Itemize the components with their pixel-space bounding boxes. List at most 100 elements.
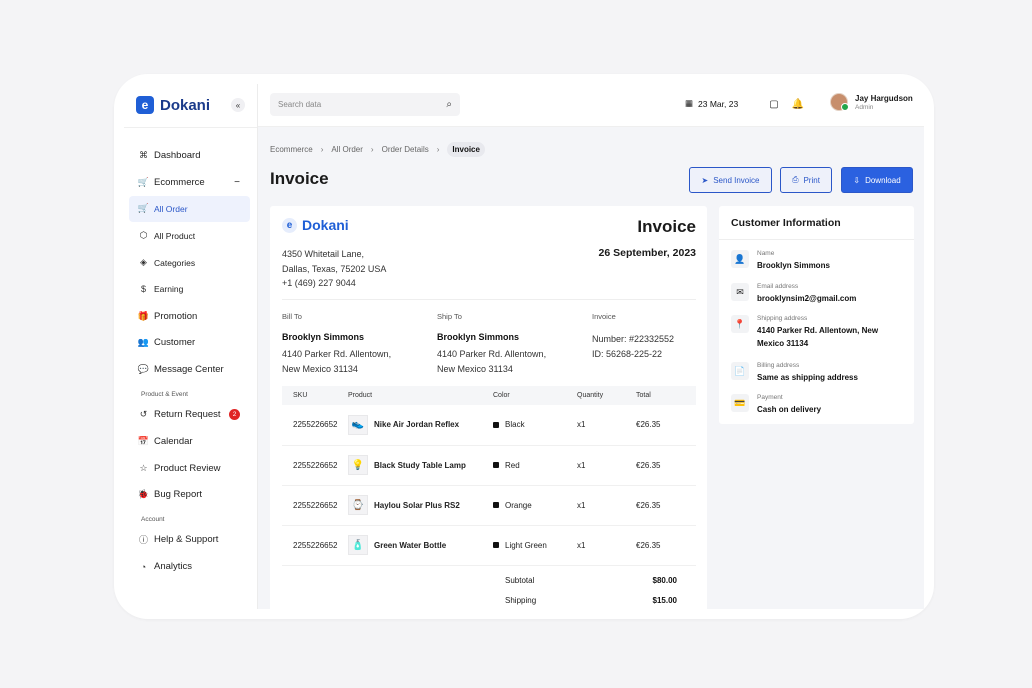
company-phone: +1 (469) 227 9044 [282,278,356,288]
product-thumbnail-icon: 👟 [348,414,368,435]
table-row[interactable]: 2255226652 🧴 Green Water Bottle Light Gre… [282,525,696,566]
download-button[interactable]: ⇩ Download [841,167,913,193]
users-icon: 👥 [137,337,150,348]
address-line: 4350 Whitetail Lane, [282,249,365,259]
page-title: Invoice [270,169,329,188]
pie-chart-icon: ◔ [140,561,147,572]
location-pin-icon: 📍 [731,315,749,333]
section-label-account: Account [141,516,165,524]
sidebar-item-calendar[interactable]: 📅 Calendar [129,428,250,455]
bill-to: Bill To Brooklyn Simmons 4140 Parker Rd.… [282,312,391,377]
ship-to-label: Ship To [437,312,462,321]
breadcrumb-ecommerce[interactable]: Ecommerce [270,145,313,154]
shipping-row: Shipping $15.00 [505,596,677,605]
brand[interactable]: e Dokani [136,96,210,114]
ship-to-name: Brooklyn Simmons [437,332,520,342]
chevron-right-icon: › [370,145,374,154]
divider [719,239,914,240]
row-product: 👟 Nike Air Jordan Reflex [348,405,493,446]
product-thumbnail-icon: ⌚ [348,495,368,515]
dashboard-icon: ⌘ [139,149,148,160]
sidebar-item-ecommerce[interactable]: 🛒 Ecommerce − [129,169,250,196]
invoice-title: Invoice [637,217,696,236]
sidebar-item-customer[interactable]: 👥 Customer [129,330,250,357]
breadcrumb-invoice: Invoice [447,142,485,157]
date-display[interactable]: ▦ 23 Mar, 23 [685,98,738,109]
user-menu[interactable]: Jay Hargudson Admin [830,93,913,111]
row-product: ⌚ Haylou Solar Plus RS2 [348,485,493,526]
send-invoice-label: Send Invoice [713,175,760,185]
row-sku: 2255226652 [282,445,348,486]
row-sku: 2255226652 [282,405,348,446]
sidebar-item-label: All Order [154,203,188,214]
table-row[interactable]: 2255226652 👟 Nike Air Jordan Reflex Black… [282,405,696,446]
search-box[interactable]: ⌕ [270,93,460,116]
message-icon[interactable]: ▢ [768,98,780,110]
date-text: 23 Mar, 23 [698,98,739,109]
bill-to-address-line: New Mexico 31134 [282,364,358,374]
sidebar-item-promotion[interactable]: 🎁 Promotion [129,303,250,330]
invoice-number: Number: #22332552 [592,334,675,344]
divider [282,299,696,300]
invoice-card: e Dokani Invoice 26 September, 2023 4350… [270,206,707,609]
user-name: Jay Hargudson [855,93,913,103]
print-label: Print [803,175,820,185]
sidebar-item-categories[interactable]: ◈ Categories [129,249,250,276]
sidebar-item-all-order[interactable]: 🛒 All Order [129,195,250,223]
breadcrumb-order-details[interactable]: Order Details [382,145,429,154]
cart-icon: 🛒 [137,203,150,214]
topbar: ⌕ ▦ 23 Mar, 23 ▢ 🔔 Jay Hargudson Admin [258,84,924,127]
color-swatch [493,422,499,429]
search-input[interactable] [278,100,447,109]
sidebar-item-dashboard[interactable]: ⌘ Dashboard [129,142,250,169]
print-button[interactable]: ⎙ Print [780,167,832,193]
sidebar-item-message-center[interactable]: 💬 Message Center [129,356,250,383]
color-swatch [493,462,499,469]
row-quantity: x1 [577,445,636,486]
collapse-minus-icon[interactable]: − [234,177,240,188]
product-name: Green Water Bottle [374,540,447,550]
table-row[interactable]: 2255226652 💡 Black Study Table Lamp Red x… [282,445,696,486]
sidebar-item-all-product[interactable]: ⬡ All Product [129,222,250,249]
row-product: 🧴 Green Water Bottle [348,525,493,566]
sidebar-item-label: Product Review [154,462,221,474]
message-icon: 💬 [137,364,150,375]
row-total: €26.35 [636,525,696,566]
bill-to-address-line: 4140 Parker Rd. Allentown, [282,349,392,359]
sidebar-item-label: Dashboard [154,149,201,161]
send-invoice-button[interactable]: ➤ Send Invoice [689,167,772,193]
star-icon: ☆ [139,462,148,473]
row-color: Orange [493,485,577,526]
sidebar-item-product-review[interactable]: ☆ Product Review [129,455,250,482]
address-line: Dallas, Texas, 75202 USA [282,263,387,274]
table-row[interactable]: 2255226652 ⌚ Haylou Solar Plus RS2 Orange… [282,485,696,526]
row-total: €26.35 [636,445,696,486]
shipping-value: $15.00 [652,596,677,605]
ship-to: Ship To Brooklyn Simmons 4140 Parker Rd.… [437,312,546,377]
calendar-icon: 📅 [137,435,150,446]
product-name: Nike Air Jordan Reflex [374,420,460,430]
field-value: 4140 Parker Rd. Allentown, New Mexico 31… [757,326,879,348]
invoice-id: ID: 56268-225-22 [592,349,663,359]
sidebar-item-help-support[interactable]: ⓘ Help & Support [129,526,250,553]
sidebar-item-bug-report[interactable]: 🐞 Bug Report [129,482,250,509]
field-value: Cash on delivery [757,405,822,414]
sidebar-item-analytics[interactable]: ◔ Analytics [129,553,250,580]
bell-icon[interactable]: 🔔 [792,98,804,110]
product-thumbnail-icon: 🧴 [348,535,368,555]
sidebar-item-earning[interactable]: $ Earning [129,276,250,303]
gift-icon: 🎁 [137,310,150,321]
app-frame: e Dokani « ⌘ Dashboard 🛒 Ecommerce − 🛒 A… [114,74,934,619]
collapse-sidebar-icon[interactable]: « [231,98,245,112]
field-value: Brooklyn Simmons [757,261,830,270]
table-header-row: SKU Product Color Quantity Total [282,386,696,405]
customer-field-payment: 💳 Payment Cash on delivery [731,394,887,416]
breadcrumb-all-order[interactable]: All Order [331,145,363,154]
customer-field-billing-address: 📄 Billing address Same as shipping addres… [731,362,887,384]
row-color: Black [493,405,577,446]
credit-card-icon: 💳 [731,394,749,412]
search-icon[interactable]: ⌕ [446,99,452,110]
product-thumbnail-icon: 💡 [348,455,368,475]
dollar-icon: $ [140,284,146,295]
sidebar-item-return-request[interactable]: ↺ Return Request 2 [129,401,250,428]
